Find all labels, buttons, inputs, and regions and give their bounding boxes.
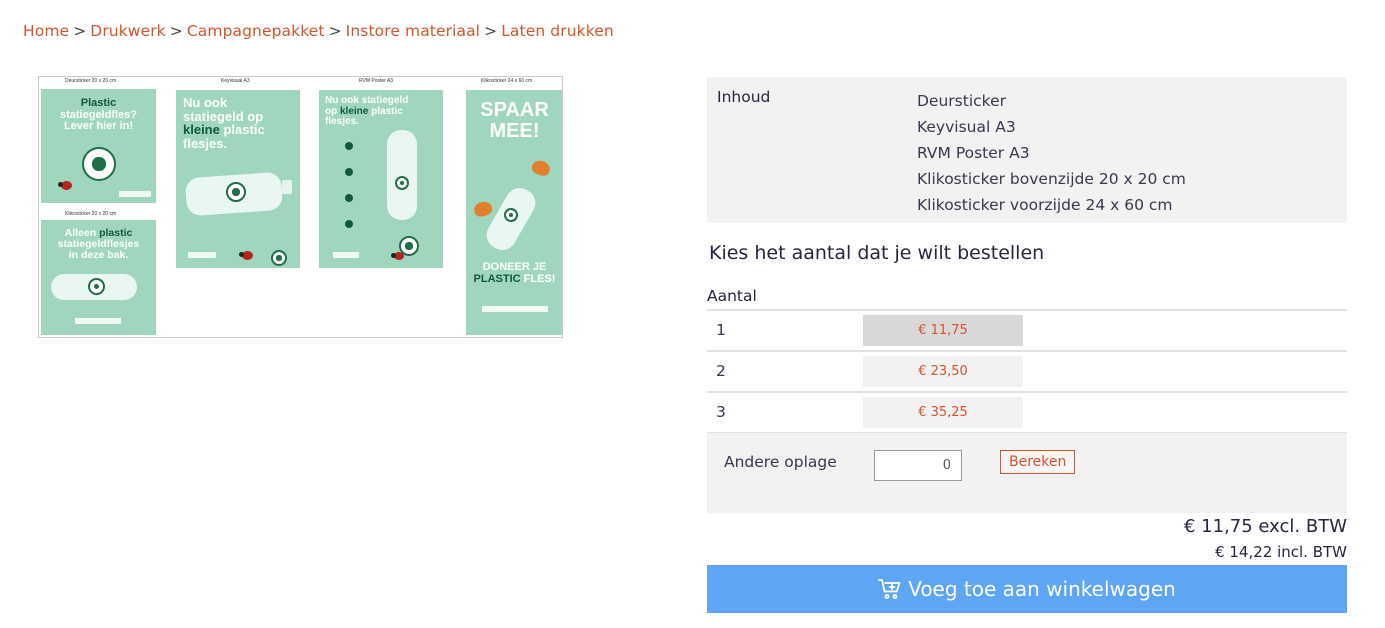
price-incl-btw: € 14,22 incl. BTW — [1215, 543, 1347, 561]
check-icon — [345, 220, 353, 228]
price-button[interactable]: € 11,75 — [863, 315, 1023, 346]
breadcrumb-instore-materiaal[interactable]: Instore materiaal — [346, 22, 480, 40]
inhoud-list: Deursticker Keyvisual A3 RVM Poster A3 K… — [917, 88, 1186, 218]
klikosticker-heading: Alleen plastic statiegeldflesjes in deze… — [57, 227, 140, 262]
breadcrumb-separator: > — [328, 22, 342, 40]
caption-deursticker: Deursticker 20 x 20 cm — [65, 78, 117, 84]
quantity-value: 2 — [716, 362, 726, 380]
rvm-heading: Nu ook statiegeld op kleine plastic fles… — [325, 95, 409, 127]
keyvisual-heading: Nu ook statiegeld op kleine plastic fles… — [183, 95, 265, 151]
inhoud-item: Klikosticker bovenzijde 20 x 20 cm — [917, 170, 1186, 188]
breadcrumb-separator: > — [73, 22, 87, 40]
breadcrumb-laten-drukken[interactable]: Laten drukken — [501, 22, 614, 40]
caption-rvm-poster: RVM Poster A3 — [359, 78, 394, 84]
breadcrumb-separator: > — [169, 22, 183, 40]
price-button[interactable]: € 35,25 — [863, 397, 1023, 428]
logo-strip — [333, 252, 359, 258]
statiegeld-seal-icon — [226, 182, 246, 202]
bottle-image — [387, 130, 417, 220]
butterfly-icon — [530, 158, 552, 178]
doneer-heading: DONEER JE PLASTIC FLES! — [473, 261, 556, 285]
statiegeld-seal-icon — [271, 250, 287, 266]
keyvisual-panel: Nu ook statiegeld op kleine plastic fles… — [176, 90, 300, 268]
price-excl-btw: € 11,75 excl. BTW — [1183, 516, 1347, 537]
logo-strip — [482, 306, 548, 312]
add-to-cart-label: Voeg toe aan winkelwagen — [908, 577, 1176, 601]
check-icon — [345, 194, 353, 202]
deursticker-heading: Plastic statiegeldfles? Lever hier in! — [59, 97, 138, 133]
breadcrumb-separator: > — [484, 22, 498, 40]
statiegeld-seal-icon — [395, 176, 409, 190]
quantity-row-2[interactable]: 2 € 23,50 — [707, 352, 1347, 393]
custom-quantity-label: Andere oplage — [724, 453, 837, 471]
rvm-poster-panel: Nu ook statiegeld op kleine plastic fles… — [319, 90, 443, 268]
product-image[interactable]: Deursticker 20 x 20 cm Keyvisual A3 RVM … — [38, 76, 563, 338]
quantity-value: 3 — [716, 403, 726, 421]
caption-klikosticker-large: Klikosticker 24 x 60 cm — [481, 78, 533, 84]
statiegeld-seal-icon — [82, 147, 116, 181]
check-icon — [345, 142, 353, 150]
inhoud-item: Klikosticker voorzijde 24 x 60 cm — [917, 196, 1173, 214]
quantity-row-3[interactable]: 3 € 35,25 — [707, 393, 1347, 434]
deursticker-panel: Plastic statiegeldfles? Lever hier in! — [41, 89, 156, 203]
klikosticker-large-panel: SPAAR MEE! DONEER JE PLASTIC FLES! — [466, 90, 562, 335]
bottle-cap — [282, 180, 292, 194]
bereken-button[interactable]: Bereken — [1000, 450, 1076, 474]
inhoud-item: Deursticker — [917, 92, 1006, 110]
custom-quantity-input[interactable] — [874, 450, 962, 481]
check-icon — [345, 168, 353, 176]
statiegeld-seal-icon — [88, 278, 105, 295]
breadcrumb-campagnepakket[interactable]: Campagnepakket — [187, 22, 325, 40]
add-to-cart-button[interactable]: Voeg toe aan winkelwagen — [707, 565, 1347, 613]
price-button[interactable]: € 23,50 — [863, 356, 1023, 387]
inhoud-panel: Inhoud Deursticker Keyvisual A3 RVM Post… — [707, 77, 1347, 223]
quantity-value: 1 — [716, 321, 726, 339]
aantal-column-header: Aantal — [707, 287, 757, 305]
statiegeld-seal-icon — [504, 208, 518, 222]
spaar-mee-heading: SPAAR MEE! — [480, 99, 549, 142]
inhoud-item: RVM Poster A3 — [917, 144, 1030, 162]
logo-strip — [75, 318, 121, 324]
klikosticker-small-panel: Alleen plastic statiegeldflesjes in deze… — [41, 220, 156, 335]
logo-strip — [119, 191, 151, 197]
ladybug-icon — [239, 251, 253, 260]
butterfly-icon — [472, 199, 494, 219]
inhoud-item: Keyvisual A3 — [917, 118, 1016, 136]
logo-strip — [188, 252, 216, 258]
ladybug-icon — [58, 181, 72, 190]
ladybug-icon — [391, 252, 404, 260]
caption-keyvisual: Keyvisual A3 — [221, 78, 250, 84]
inhoud-label: Inhoud — [717, 88, 771, 106]
cart-plus-icon — [878, 578, 902, 600]
breadcrumb-home[interactable]: Home — [23, 22, 69, 40]
quantity-row-1[interactable]: 1 € 11,75 — [707, 311, 1347, 352]
caption-klikosticker-small: Klikosticker 20 x 20 cm — [65, 211, 117, 217]
breadcrumb-drukwerk[interactable]: Drukwerk — [90, 22, 165, 40]
order-heading: Kies het aantal dat je wilt bestellen — [709, 242, 1045, 264]
breadcrumb: Home > Drukwerk > Campagnepakket > Instore mat… — [23, 22, 614, 40]
custom-quantity-panel: Andere oplage Bereken — [707, 433, 1347, 513]
